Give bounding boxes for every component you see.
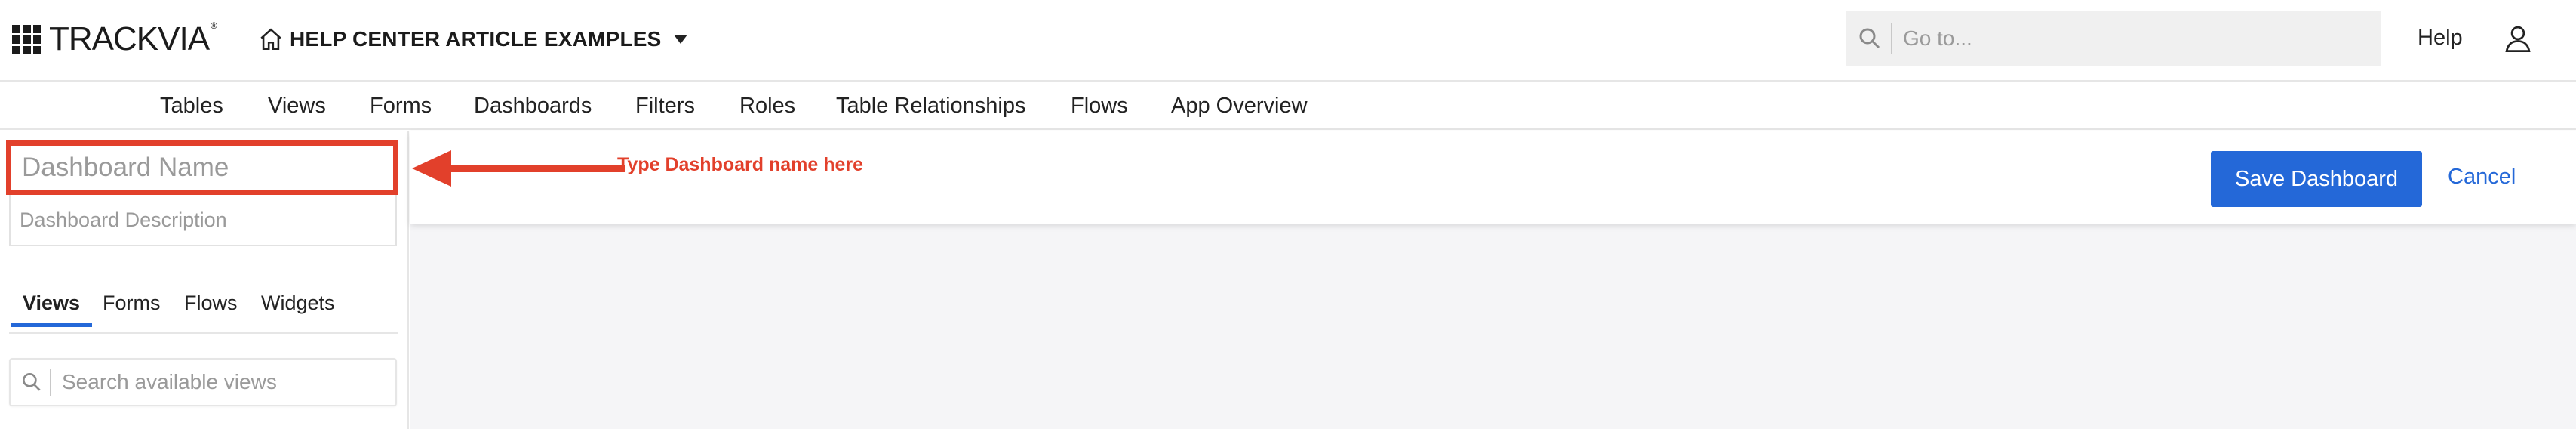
home-icon — [260, 28, 281, 51]
goto-search[interactable] — [1846, 11, 2381, 66]
search-divider — [1891, 23, 1892, 54]
nav-filters[interactable]: Filters — [635, 94, 695, 119]
dashboard-description-field[interactable] — [9, 195, 397, 246]
nav-table-relationships[interactable]: Table Relationships — [836, 94, 1025, 119]
annotation-text: Type Dashboard name here — [617, 154, 864, 175]
nav-tables[interactable]: Tables — [160, 94, 223, 119]
app-switcher[interactable]: HELP CENTER ARTICLE EXAMPLES — [258, 23, 687, 56]
tab-forms[interactable]: Forms — [103, 292, 161, 326]
help-link[interactable]: Help — [2418, 26, 2463, 51]
search-icon — [22, 373, 41, 391]
search-icon — [1859, 28, 1880, 49]
nav-views[interactable]: Views — [268, 94, 326, 119]
app-nav: Tables Views Forms Dashboards Filters Ro… — [0, 82, 2576, 130]
logo-text: TRACKVIA ® — [49, 20, 217, 57]
dashboard-canvas: Type Dashboard name here Save Dashboard … — [410, 131, 2576, 429]
top-bar: TRACKVIA® HELP CENTER ARTICLE EXAMPLES H… — [0, 0, 2576, 82]
search-divider — [50, 369, 51, 396]
chevron-down-icon — [673, 35, 687, 44]
nav-app-overview[interactable]: App Overview — [1171, 94, 1308, 119]
goto-input[interactable] — [1903, 26, 2356, 51]
save-dashboard-button[interactable]: Save Dashboard — [2211, 151, 2422, 207]
cancel-button[interactable]: Cancel — [2448, 165, 2516, 190]
sidebar-tabs: Views Forms Flows Widgets — [9, 292, 398, 334]
dashboard-name-input[interactable] — [11, 153, 393, 183]
trackvia-logo[interactable]: TRACKVIA ® — [12, 20, 217, 57]
dashboard-description-input[interactable] — [11, 208, 395, 232]
user-icon[interactable] — [2502, 23, 2534, 54]
dashboard-name-field[interactable] — [6, 140, 398, 195]
nav-dashboards[interactable]: Dashboards — [474, 94, 592, 119]
tab-widgets[interactable]: Widgets — [261, 292, 335, 326]
views-search[interactable] — [9, 358, 397, 406]
nav-forms[interactable]: Forms — [370, 94, 432, 119]
app-name: HELP CENTER ARTICLE EXAMPLES — [290, 27, 662, 51]
tab-views[interactable]: Views — [10, 292, 93, 327]
annotation-arrow-line — [444, 165, 625, 172]
tab-flows[interactable]: Flows — [184, 292, 238, 326]
nav-roles[interactable]: Roles — [739, 94, 795, 119]
dashboard-toolbar: Type Dashboard name here Save Dashboard … — [410, 131, 2576, 224]
views-search-input[interactable] — [62, 370, 379, 394]
nav-flows[interactable]: Flows — [1071, 94, 1128, 119]
dashboard-sidebar: Views Forms Flows Widgets — [0, 131, 409, 429]
grid-logo-icon — [12, 24, 41, 54]
